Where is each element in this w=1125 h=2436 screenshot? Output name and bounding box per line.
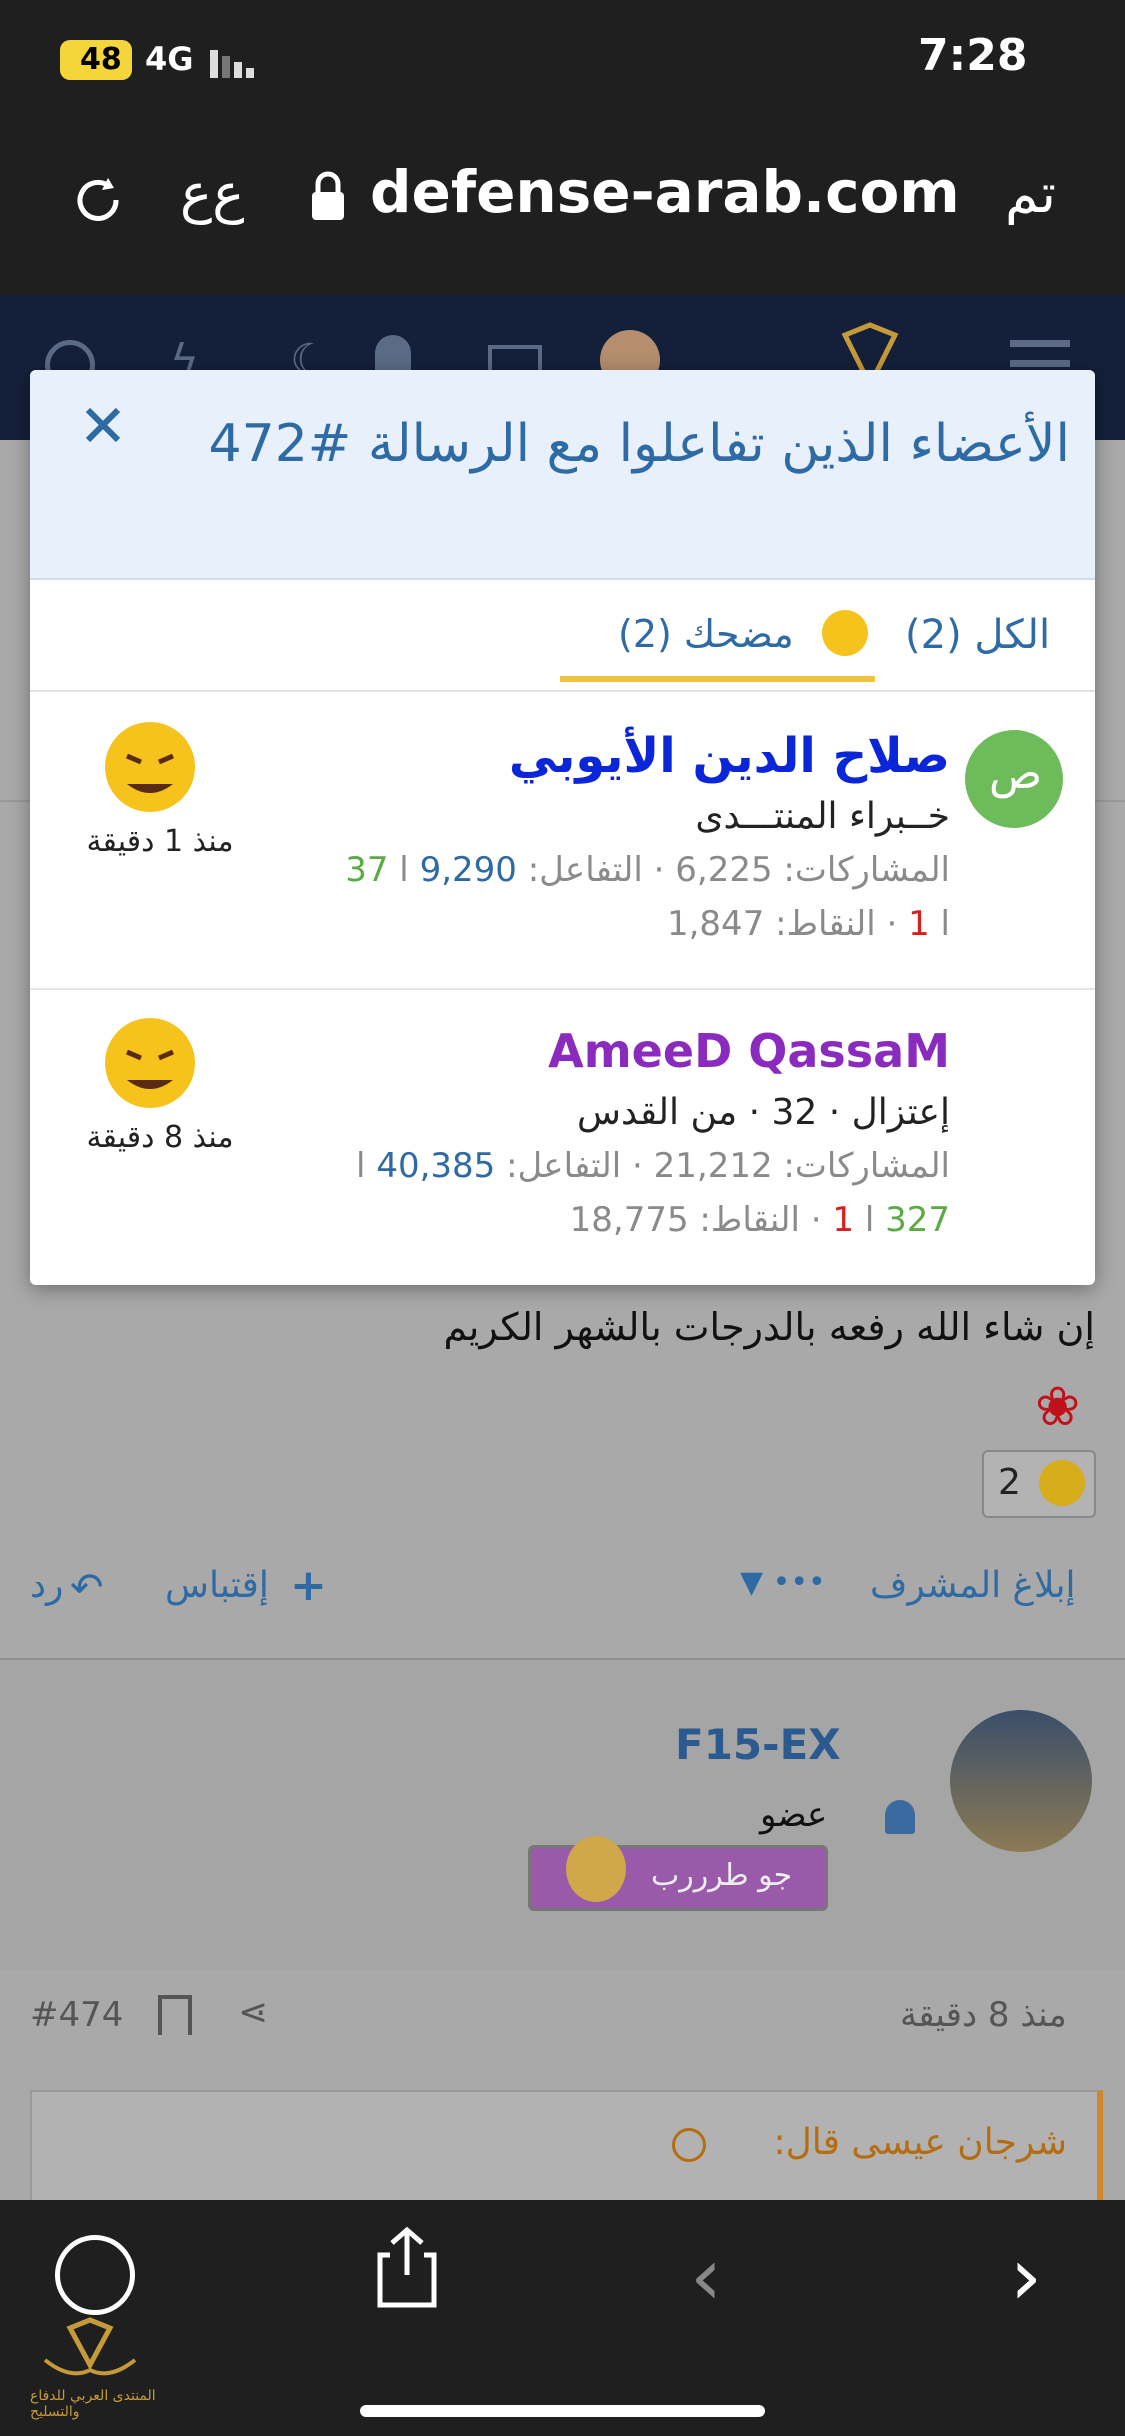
signal-icon — [210, 48, 260, 78]
reactions-dialog: الأعضاء الذين تفاعلوا مع الرسالة #472 ال… — [30, 370, 1095, 1285]
arrow-up-icon[interactable] — [672, 2128, 706, 2162]
member-name[interactable]: AmeeD QassaM — [450, 1024, 950, 1078]
post-username[interactable]: F15-EX — [675, 1720, 841, 1769]
list-item: AmeeD QassaM إعتزال · 32 · من القدس المش… — [30, 990, 1095, 1285]
home-indicator — [360, 2405, 765, 2417]
dialog-header: الأعضاء الذين تفاعلوا مع الرسالة #472 — [30, 370, 1095, 580]
post-text: إن شاء الله رفعه بالدرجات بالشهر الكريم — [443, 1305, 1095, 1349]
bell-icon[interactable] — [375, 335, 411, 375]
report-button[interactable]: إبلاغ المشرف — [870, 1565, 1076, 1606]
user-badge: جو طرررب — [528, 1836, 828, 1911]
battery-level: 48 — [80, 42, 122, 77]
browser-toolbar: ‹ › المنتدى العربي للدفاع والتسليح — [0, 2200, 1125, 2436]
member-title: خــبراء المنتـــدى — [695, 796, 950, 837]
tab-funny[interactable]: مضحك (2) — [560, 600, 905, 682]
post-actions: رد ↶ إقتباس + ▼ ••• إبلاغ المشرف — [0, 1560, 1125, 1620]
done-button[interactable]: تم — [1005, 162, 1056, 225]
watermark-logo: المنتدى العربي للدفاع والتسليح — [30, 2310, 156, 2420]
reaction-count: 2 — [998, 1462, 1021, 1503]
tab-all[interactable]: الكل (2) — [905, 612, 1050, 658]
quote-block: شرجان عيسى قال: — [30, 2090, 1103, 2204]
close-icon[interactable] — [78, 400, 128, 450]
user-role: عضو — [760, 1795, 828, 1835]
url-field[interactable]: defense-arab.com — [370, 158, 960, 226]
reply-icon[interactable]: ↶ — [70, 1565, 104, 1611]
reload-icon[interactable] — [68, 170, 128, 230]
laughing-emoji-icon — [1039, 1460, 1085, 1506]
reaction-time: منذ 8 دقيقة — [86, 1120, 234, 1155]
rose-icon: ❀ — [1035, 1375, 1081, 1438]
post-474: F15-EX عضو جو طرررب — [0, 1660, 1125, 1970]
laughing-emoji-icon — [822, 610, 868, 656]
avatar[interactable] — [950, 1710, 1092, 1852]
reaction-summary[interactable]: 2 — [982, 1450, 1096, 1518]
quote-button[interactable]: إقتباس — [165, 1565, 269, 1606]
back-icon[interactable]: ‹ — [690, 2230, 722, 2323]
browser-bar: ع‌ع defense-arab.com تم — [0, 120, 1125, 295]
post-number[interactable]: #474 — [30, 1995, 123, 2035]
quote-author[interactable]: شرجان عيسى قال: — [773, 2122, 1067, 2163]
post-time: منذ 8 دقيقة — [900, 1995, 1067, 2035]
sunglasses-face-icon — [566, 1836, 626, 1902]
member-name[interactable]: صلاح الدين الأيوبي — [450, 728, 950, 784]
clock: 7:28 — [918, 30, 1028, 81]
member-stats-points: ا 1 · النقاط: 1,847 — [666, 904, 950, 944]
member-title: إعتزال · 32 · من القدس — [577, 1092, 950, 1133]
forward-icon[interactable]: › — [1010, 2230, 1042, 2323]
dialog-title: الأعضاء الذين تفاعلوا مع الرسالة #472 — [208, 414, 1070, 474]
status-bar: 48 4G 7:28 — [0, 0, 1125, 120]
member-stats: المشاركات: 6,225 · التفاعل: 9,290 ا 37 — [345, 850, 950, 890]
compass-icon[interactable] — [55, 2235, 135, 2315]
member-stats-points: 327 ا 1 · النقاط: 18,775 — [569, 1200, 950, 1240]
post-meta: #474 ⋖ منذ 8 دقيقة — [0, 1970, 1125, 2060]
bookmark-icon[interactable] — [158, 1995, 192, 2035]
reply-button[interactable]: رد — [30, 1565, 63, 1606]
laughing-emoji-icon — [105, 722, 195, 812]
list-item: ص صلاح الدين الأيوبي خــبراء المنتـــدى … — [30, 692, 1095, 990]
battery-icon: 48 — [60, 40, 132, 80]
lock-icon — [310, 168, 346, 224]
share-icon[interactable] — [372, 2225, 442, 2310]
reaction-tabs: الكل (2) مضحك (2) — [30, 580, 1095, 692]
chevron-down-icon: ▼ — [740, 1565, 764, 1600]
plus-icon[interactable]: + — [290, 1560, 327, 1611]
active-tab-indicator — [560, 676, 875, 682]
share-icon[interactable]: ⋖ — [238, 1992, 268, 2033]
network-label: 4G — [145, 40, 194, 78]
more-options-dropdown[interactable]: ▼ ••• — [740, 1565, 826, 1600]
member-stats: المشاركات: 21,212 · التفاعل: 40,385 ا — [356, 1146, 950, 1186]
bell-icon[interactable] — [885, 1800, 915, 1834]
laughing-emoji-icon — [105, 1018, 195, 1108]
reaction-time: منذ 1 دقيقة — [86, 824, 234, 859]
avatar[interactable] — [965, 1028, 1063, 1126]
avatar[interactable]: ص — [965, 730, 1063, 828]
text-size-button[interactable]: ع‌ع — [180, 162, 244, 225]
